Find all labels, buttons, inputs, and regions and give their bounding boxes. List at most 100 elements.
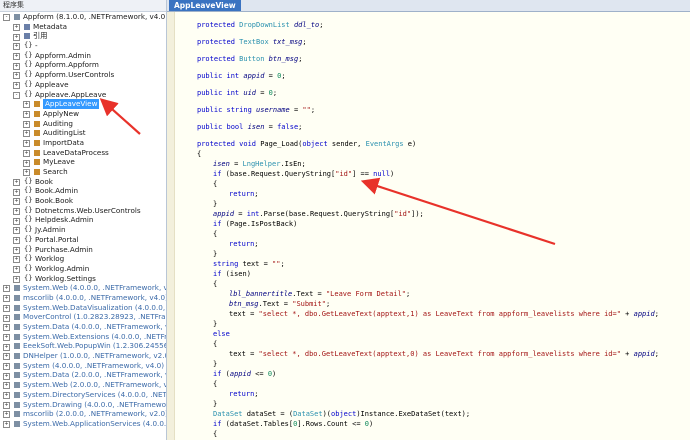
expand-icon[interactable]: +: [23, 140, 30, 148]
code-line: protected DropDownList ddl_to;: [197, 20, 323, 30]
folder-icon: [24, 23, 30, 30]
tree-node[interactable]: + AppLeaveView: [0, 99, 166, 109]
expand-icon[interactable]: +: [3, 333, 10, 341]
expand-icon[interactable]: +: [13, 207, 20, 215]
expand-icon[interactable]: +: [3, 372, 10, 380]
expand-icon[interactable]: +: [23, 149, 30, 157]
expand-icon[interactable]: +: [3, 295, 10, 303]
expand-icon[interactable]: +: [3, 314, 10, 322]
tree-node-label: Jy.Admin: [35, 225, 66, 235]
expand-icon[interactable]: +: [13, 188, 20, 196]
tree-node[interactable]: + EeekSoft.Web.PopupWin (1.2.306.24556, .…: [0, 341, 166, 351]
tree-node[interactable]: + {} Appform.UserControls: [0, 70, 166, 80]
assembly-tree: - Appform (8.1.0.0, .NETFramework, v4.0) +…: [0, 12, 166, 429]
tree-node[interactable]: + {} Helpdesk.Admin: [0, 215, 166, 225]
tree-node[interactable]: + System.Web.ApplicationServices (4.0.0.0…: [0, 419, 166, 429]
tree-node[interactable]: + mscorlib (2.0.0.0, .NETFramework, v2.0): [0, 409, 166, 419]
expand-icon[interactable]: +: [3, 392, 10, 399]
tree-node[interactable]: + {} Worklog.Admin: [0, 264, 166, 274]
tree-node[interactable]: + System.Drawing (4.0.0.0, .NETFramework,…: [0, 400, 166, 410]
tree-node[interactable]: + MoverControl (1.0.2823.28923, .NETFrame…: [0, 312, 166, 322]
code-token: username: [256, 106, 290, 114]
expand-icon[interactable]: +: [13, 33, 20, 41]
expand-icon[interactable]: +: [13, 217, 20, 225]
expand-icon[interactable]: +: [3, 285, 10, 293]
expand-icon[interactable]: +: [13, 23, 20, 31]
code-token: int: [246, 210, 260, 218]
collapse-icon[interactable]: -: [3, 14, 10, 22]
tab-appleaveview[interactable]: AppLeaveView: [169, 0, 241, 11]
expand-icon[interactable]: +: [23, 169, 30, 177]
tree-node[interactable]: + DNHelper (1.0.0.0, .NETFramework, v2.0): [0, 351, 166, 361]
expand-icon[interactable]: +: [13, 52, 20, 60]
tree-node[interactable]: + System (4.0.0.0, .NETFramework, v4.0): [0, 361, 166, 371]
expand-icon[interactable]: +: [23, 159, 30, 167]
expand-icon[interactable]: +: [3, 353, 10, 361]
expand-icon[interactable]: +: [3, 324, 10, 332]
code-token: appid: [633, 310, 655, 318]
tree-node[interactable]: + {} Book: [0, 177, 166, 187]
expand-icon[interactable]: +: [13, 266, 20, 274]
expand-icon[interactable]: +: [23, 130, 30, 138]
tree-node[interactable]: + System.Web.Extensions (4.0.0.0, .NETFra…: [0, 332, 166, 342]
expand-icon[interactable]: +: [13, 82, 20, 89]
tree-node[interactable]: + {} Appform.Appform: [0, 60, 166, 70]
expand-icon[interactable]: +: [3, 362, 10, 370]
tree-node[interactable]: + {} Dotnetcms.Web.UserControls: [0, 206, 166, 216]
tree-node[interactable]: + System.Web.DataVisualization (4.0.0.0, …: [0, 303, 166, 313]
expand-icon[interactable]: +: [3, 304, 10, 312]
tree-node[interactable]: + AuditingList: [0, 128, 166, 138]
code-line: lbl_bannertitle.Text = "Leave Form Detai…: [229, 289, 410, 299]
expand-icon[interactable]: +: [13, 43, 20, 51]
tree-node[interactable]: + {} -: [0, 41, 166, 51]
tree-node[interactable]: + {} Purchase.Admin: [0, 245, 166, 255]
expand-icon[interactable]: +: [13, 246, 20, 254]
expand-icon[interactable]: +: [13, 62, 20, 70]
tree-node[interactable]: + System.DirectoryServices (4.0.0.0, .NET…: [0, 390, 166, 400]
tree-node-label: Appleave.AppLeave: [35, 89, 107, 99]
namespace-icon: {}: [24, 79, 33, 88]
tree-node[interactable]: + {} Worklog.Settings: [0, 274, 166, 284]
tree-node[interactable]: -{} Appleave.AppLeave: [0, 90, 166, 100]
expand-icon[interactable]: +: [13, 256, 20, 264]
expand-icon[interactable]: +: [13, 237, 20, 244]
tree-node[interactable]: + System.Web (4.0.0.0, .NETFramework, v4.…: [0, 283, 166, 293]
tree-node[interactable]: + Search: [0, 167, 166, 177]
tree-node[interactable]: + MyLeave: [0, 157, 166, 167]
expand-icon[interactable]: +: [23, 101, 30, 109]
expand-icon[interactable]: +: [23, 111, 30, 119]
expand-icon[interactable]: +: [13, 275, 20, 283]
code-editor[interactable]: protected DropDownList ddl_to; protected …: [167, 12, 690, 440]
tree-node[interactable]: + System.Data (4.0.0.0, .NETFramework, v4…: [0, 322, 166, 332]
tree-node[interactable]: + {} Portal.Portal: [0, 235, 166, 245]
tree-node[interactable]: + System.Web (2.0.0.0, .NETFramework, v2.…: [0, 380, 166, 390]
tree-node[interactable]: + LeaveDataProcess: [0, 148, 166, 158]
tree-node[interactable]: + ApplyNew: [0, 109, 166, 119]
expand-icon[interactable]: +: [3, 401, 10, 409]
expand-icon[interactable]: +: [3, 421, 10, 429]
tree-node[interactable]: + System.Data (2.0.0.0, .NETFramework, v2…: [0, 370, 166, 380]
tree-node[interactable]: + Auditing: [0, 119, 166, 129]
tree-node[interactable]: - Appform (8.1.0.0, .NETFramework, v4.0): [0, 12, 166, 22]
tree-node-label: System.Drawing (4.0.0.0, .NETFramework, …: [23, 399, 167, 409]
expand-icon[interactable]: +: [13, 198, 20, 206]
expand-icon[interactable]: +: [3, 382, 10, 390]
tree-node[interactable]: + {} Book.Admin: [0, 186, 166, 196]
expand-icon[interactable]: +: [13, 227, 20, 235]
tree-node[interactable]: + {} Jy.Admin: [0, 225, 166, 235]
expand-icon[interactable]: +: [3, 411, 10, 419]
tree-node[interactable]: + {} Appleave: [0, 80, 166, 90]
tree-node[interactable]: + {} Worklog: [0, 254, 166, 264]
expand-icon[interactable]: +: [13, 72, 20, 80]
tree-node[interactable]: + mscorlib (4.0.0.0, .NETFramework, v4.0): [0, 293, 166, 303]
tree-node[interactable]: + {} Appform.Admin: [0, 51, 166, 61]
expand-icon[interactable]: +: [23, 120, 30, 128]
tree-node[interactable]: + ImportData: [0, 138, 166, 148]
tree-node[interactable]: + {} Book.Book: [0, 196, 166, 206]
code-line: }: [213, 249, 217, 259]
expand-icon[interactable]: +: [3, 343, 10, 351]
expand-icon[interactable]: +: [13, 178, 20, 186]
tree-node[interactable]: + 引用: [0, 31, 166, 41]
collapse-icon[interactable]: -: [13, 91, 20, 99]
tree-node[interactable]: + Metadata: [0, 22, 166, 32]
